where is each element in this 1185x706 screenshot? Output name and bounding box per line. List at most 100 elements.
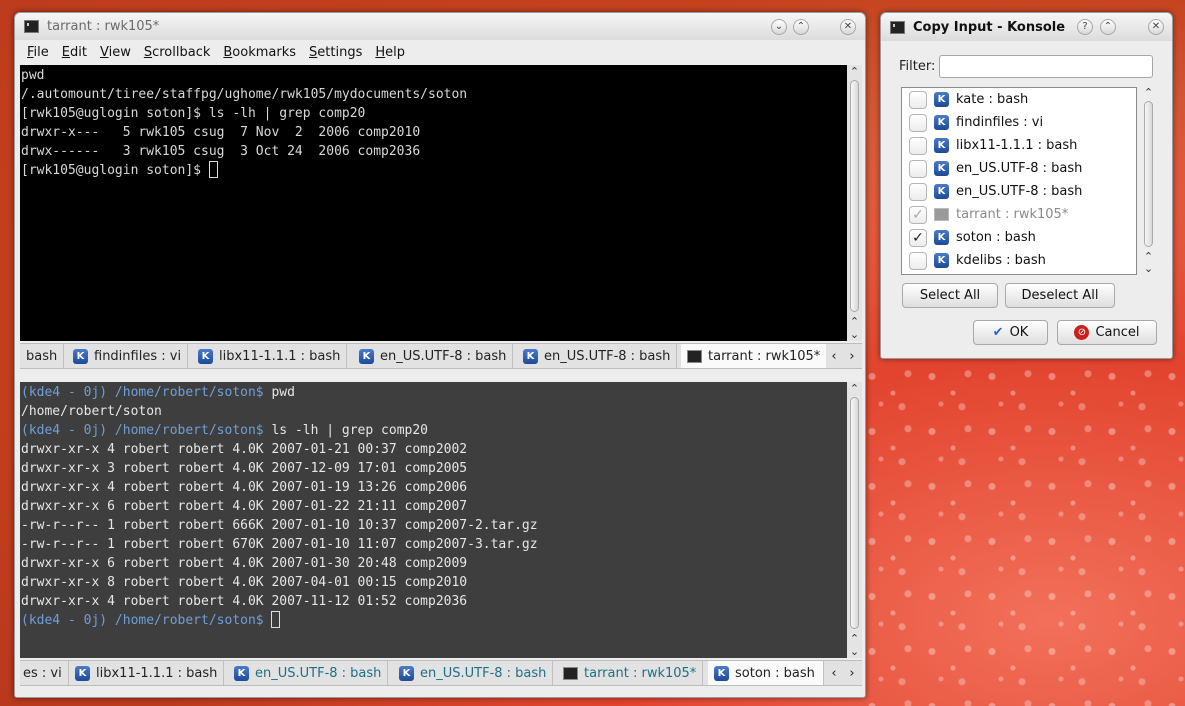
tab-findinfiles[interactable]: Kfindinfiles : vi bbox=[67, 344, 189, 368]
scroll-down-icon[interactable]: ⌄ bbox=[847, 328, 862, 341]
cancel-button[interactable]: ⊘ Cancel bbox=[1057, 320, 1157, 345]
item-label: findinfiles : vi bbox=[956, 115, 1044, 130]
top-tab-bar: bash Kfindinfiles : vi Klibx11-1.1.1 : b… bbox=[20, 343, 862, 369]
scroll-up-icon[interactable]: ⌃ bbox=[847, 315, 862, 328]
tab-tarrant[interactable]: tarrant : rwk105* bbox=[557, 661, 704, 685]
checkbox[interactable] bbox=[909, 90, 927, 109]
tab-scroll-left-icon[interactable]: ‹ bbox=[826, 661, 842, 685]
dialog-title: Copy Input - Konsole bbox=[913, 19, 1066, 35]
button-label: OK bbox=[1009, 325, 1029, 340]
terminal-icon bbox=[934, 208, 949, 221]
checkbox[interactable] bbox=[909, 159, 927, 178]
list-item[interactable]: Ken_US.UTF-8 : bash bbox=[902, 180, 1136, 203]
menu-view[interactable]: View bbox=[100, 45, 131, 60]
checkbox[interactable] bbox=[909, 182, 927, 201]
tab-label: libx11-1.1.1 : bash bbox=[96, 666, 218, 681]
minimize-button[interactable]: ⌄ bbox=[771, 19, 787, 35]
checkbox[interactable] bbox=[909, 136, 927, 155]
list-item[interactable]: Klibx11-1.1.1 : bash bbox=[902, 134, 1136, 157]
copy-input-dialog: Copy Input - Konsole ? ⌃ ✕ Filter: Kkate… bbox=[880, 12, 1173, 359]
menu-edit[interactable]: Edit bbox=[62, 45, 87, 60]
tab-en-us-1[interactable]: Ken_US.UTF-8 : bash bbox=[353, 344, 514, 368]
tab-label: en_US.UTF-8 : bash bbox=[420, 666, 547, 681]
list-item[interactable]: ✓ Ksoton : bash bbox=[902, 226, 1136, 249]
session-list-scrollbar[interactable]: ⌃ ⌃ ⌄ bbox=[1141, 87, 1156, 275]
tab-en-us-2[interactable]: Ken_US.UTF-8 : bash bbox=[517, 344, 678, 368]
ok-button[interactable]: ✔ OK bbox=[973, 320, 1048, 345]
help-button[interactable]: ? bbox=[1077, 19, 1093, 35]
kde-app-icon: K bbox=[234, 666, 249, 681]
terminal-icon bbox=[687, 350, 702, 363]
deselect-all-button[interactable]: Deselect All bbox=[1005, 283, 1115, 308]
close-icon: ✕ bbox=[843, 21, 853, 32]
menu-file[interactable]: File bbox=[27, 45, 49, 60]
checkbox[interactable] bbox=[909, 113, 927, 132]
tab-soton[interactable]: Ksoton : bash bbox=[708, 661, 824, 685]
bottom-terminal-scrollbar[interactable]: ⌃ ⌃ ⌄ bbox=[847, 382, 862, 658]
menu-bookmarks[interactable]: Bookmarks bbox=[223, 45, 296, 60]
terminal-line: drwxr-x--- 5 rwk105 csug 7 Nov 2 2006 co… bbox=[21, 125, 421, 140]
view-splitter[interactable] bbox=[20, 370, 862, 380]
scroll-down-icon[interactable]: ⌄ bbox=[1141, 263, 1156, 275]
tab-label: en_US.UTF-8 : bash bbox=[544, 349, 671, 364]
menu-settings[interactable]: Settings bbox=[309, 45, 362, 60]
tab-bash[interactable]: bash bbox=[20, 344, 65, 368]
terminal-icon bbox=[24, 20, 39, 33]
menubar: File Edit View Scrollback Bookmarks Sett… bbox=[15, 40, 865, 64]
scrollbar-thumb[interactable] bbox=[850, 80, 859, 312]
terminal-line: /.automount/tiree/staffpg/ughome/rwk105/… bbox=[21, 87, 468, 102]
bottom-terminal[interactable]: (kde4 - 0j) /home/robert/soton$ pwd/home… bbox=[20, 382, 847, 658]
filter-input[interactable] bbox=[939, 55, 1153, 78]
tab-label: soton : bash bbox=[735, 666, 815, 681]
tab-libx11[interactable]: Klibx11-1.1.1 : bash bbox=[69, 661, 225, 685]
window-titlebar[interactable]: tarrant : rwk105* ⌄ ⌃ ✕ bbox=[15, 13, 865, 40]
terminal-line: (kde4 - 0j) /home/robert/soton$ ls -lh |… bbox=[21, 421, 847, 440]
button-label: Deselect All bbox=[1021, 288, 1099, 303]
maximize-button[interactable]: ⌃ bbox=[793, 19, 809, 35]
checkbox[interactable] bbox=[909, 251, 927, 270]
list-item[interactable]: Kkate : bash bbox=[902, 88, 1136, 111]
tab-es-vi[interactable]: es : vi bbox=[20, 661, 69, 685]
checkbox-checked[interactable]: ✓ bbox=[909, 228, 927, 247]
close-button[interactable]: ✕ bbox=[840, 19, 856, 35]
tab-en-us-2[interactable]: Ken_US.UTF-8 : bash bbox=[393, 661, 554, 685]
text-cursor bbox=[208, 161, 218, 178]
tab-tarrant[interactable]: tarrant : rwk105* bbox=[681, 344, 828, 368]
tab-label: tarrant : rwk105* bbox=[708, 349, 821, 364]
tab-label: en_US.UTF-8 : bash bbox=[255, 666, 382, 681]
checkmark-icon: ✔ bbox=[992, 325, 1004, 340]
scroll-up-icon[interactable]: ⌃ bbox=[847, 65, 862, 78]
button-label: Cancel bbox=[1095, 325, 1140, 340]
menu-scrollback[interactable]: Scrollback bbox=[144, 45, 211, 60]
tab-scroll-left-icon[interactable]: ‹ bbox=[826, 344, 842, 368]
terminal-icon bbox=[890, 20, 905, 34]
select-all-button[interactable]: Select All bbox=[902, 283, 998, 308]
tab-label: tarrant : rwk105* bbox=[584, 666, 697, 681]
tab-label: findinfiles : vi bbox=[94, 349, 182, 364]
tab-scroll-right-icon[interactable]: › bbox=[844, 344, 860, 368]
close-button[interactable]: ✕ bbox=[1148, 19, 1164, 35]
terminal-prompt-line: [rwk105@uglogin soton]$ bbox=[21, 161, 847, 180]
tab-label: bash bbox=[26, 349, 58, 364]
kde-app-icon: K bbox=[934, 184, 949, 199]
tab-scroll-right-icon[interactable]: › bbox=[844, 661, 860, 685]
scrollbar-thumb[interactable] bbox=[1144, 101, 1153, 247]
shade-button[interactable]: ⌃ bbox=[1100, 19, 1116, 35]
item-label: soton : bash bbox=[956, 230, 1036, 245]
scroll-up-icon[interactable]: ⌃ bbox=[847, 382, 862, 395]
kde-app-icon: K bbox=[198, 349, 213, 364]
top-terminal[interactable]: pwd /.automount/tiree/staffpg/ughome/rwk1… bbox=[20, 65, 847, 341]
list-item[interactable]: Ken_US.UTF-8 : bash bbox=[902, 157, 1136, 180]
list-item[interactable]: Kkdelibs : bash bbox=[902, 249, 1136, 272]
scrollbar-thumb[interactable] bbox=[850, 397, 859, 629]
scroll-down-icon[interactable]: ⌄ bbox=[847, 645, 862, 658]
scroll-up-icon[interactable]: ⌃ bbox=[847, 632, 862, 645]
kde-app-icon: K bbox=[714, 666, 729, 681]
tab-libx11[interactable]: Klibx11-1.1.1 : bash bbox=[192, 344, 348, 368]
tab-en-us-1[interactable]: Ken_US.UTF-8 : bash bbox=[228, 661, 389, 685]
scroll-up-icon[interactable]: ⌃ bbox=[1141, 87, 1156, 99]
menu-help[interactable]: Help bbox=[375, 45, 405, 60]
list-item[interactable]: Kfindinfiles : vi bbox=[902, 111, 1136, 134]
top-terminal-scrollbar[interactable]: ⌃ ⌃ ⌄ bbox=[847, 65, 862, 341]
dialog-titlebar[interactable]: Copy Input - Konsole ? ⌃ ✕ bbox=[881, 13, 1172, 41]
